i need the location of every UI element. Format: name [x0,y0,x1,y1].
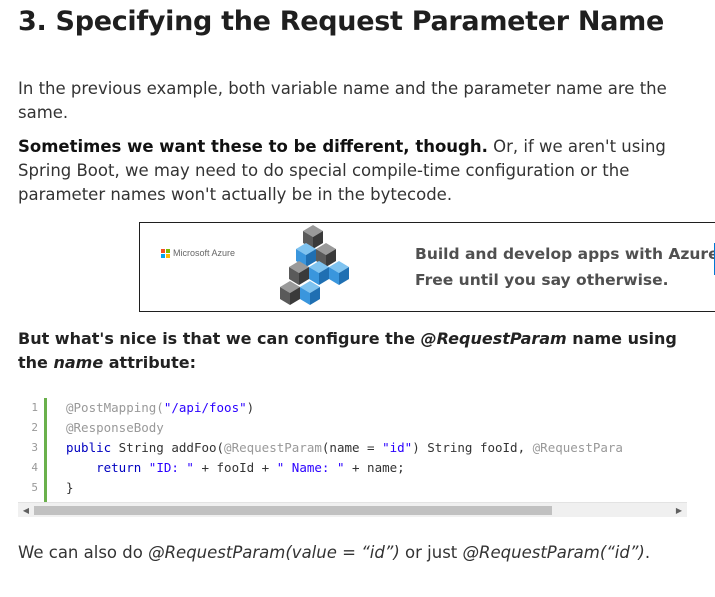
alternative-paragraph: We can also do @RequestParam(value = “id… [18,541,698,565]
scroll-right-arrow-icon[interactable]: ▶ [673,505,685,516]
request-param-value-inline: @RequestParam(value = “id”) [148,543,400,562]
line-number: 5 [31,481,38,494]
ad-line-1: Build and develop apps with Azure. [415,245,715,263]
line-number: 2 [31,421,38,434]
intro-paragraph: In the previous example, both variable n… [18,79,667,122]
cubes-graphic-icon [280,225,349,305]
ad-copy: Build and develop apps with Azure. Free … [415,241,715,293]
text-segment: We can also do [18,543,149,562]
azure-ad-banner[interactable]: Microsoft Azure Build and develop apps w… [139,222,715,312]
text-segment: attribute: [103,353,196,372]
code-line-1: @PostMapping("/api/foos") [66,400,255,415]
code-line-2: @ResponseBody [66,420,164,435]
microsoft-azure-logo: Microsoft Azure [161,248,235,258]
line-number: 1 [31,401,38,414]
section-heading: 3. Specifying the Request Parameter Name [18,6,664,37]
scrollbar-thumb[interactable] [34,506,552,515]
line-number: 4 [31,461,38,474]
request-param-inline: @RequestParam [420,329,567,348]
brand-name: Microsoft Azure [173,248,236,258]
scroll-left-arrow-icon[interactable]: ◀ [20,505,32,516]
code-lines: @PostMapping("/api/foos") @ResponseBody … [66,398,687,498]
ad-line-2: Free until you say otherwise. [415,271,669,289]
code-line-4: return "ID: " + fooId + " Name: " + name… [96,460,405,475]
code-line-5: } [66,480,74,495]
bold-lead-text: Sometimes we want these to be different,… [18,137,488,156]
request-param-short-inline: @RequestParam(“id”) [462,543,645,562]
explanation-paragraph: Sometimes we want these to be different,… [18,135,698,207]
code-line-3: public String addFoo(@RequestParam(name … [66,440,623,455]
configure-paragraph: But what's nice is that we can configure… [18,327,698,375]
text-segment: . [644,543,651,562]
text-segment: or just [399,543,463,562]
microsoft-logo-icon [161,248,170,258]
horizontal-scrollbar[interactable]: ◀ ▶ [18,502,687,517]
line-number: 3 [31,441,38,454]
code-block: 1 2 3 4 5 @PostMapping("/api/foos") @Res… [18,398,687,502]
line-number-gutter: 1 2 3 4 5 [18,398,47,502]
text-segment: But what's nice is that we can configure… [18,329,421,348]
name-attribute-inline: name [53,353,104,372]
